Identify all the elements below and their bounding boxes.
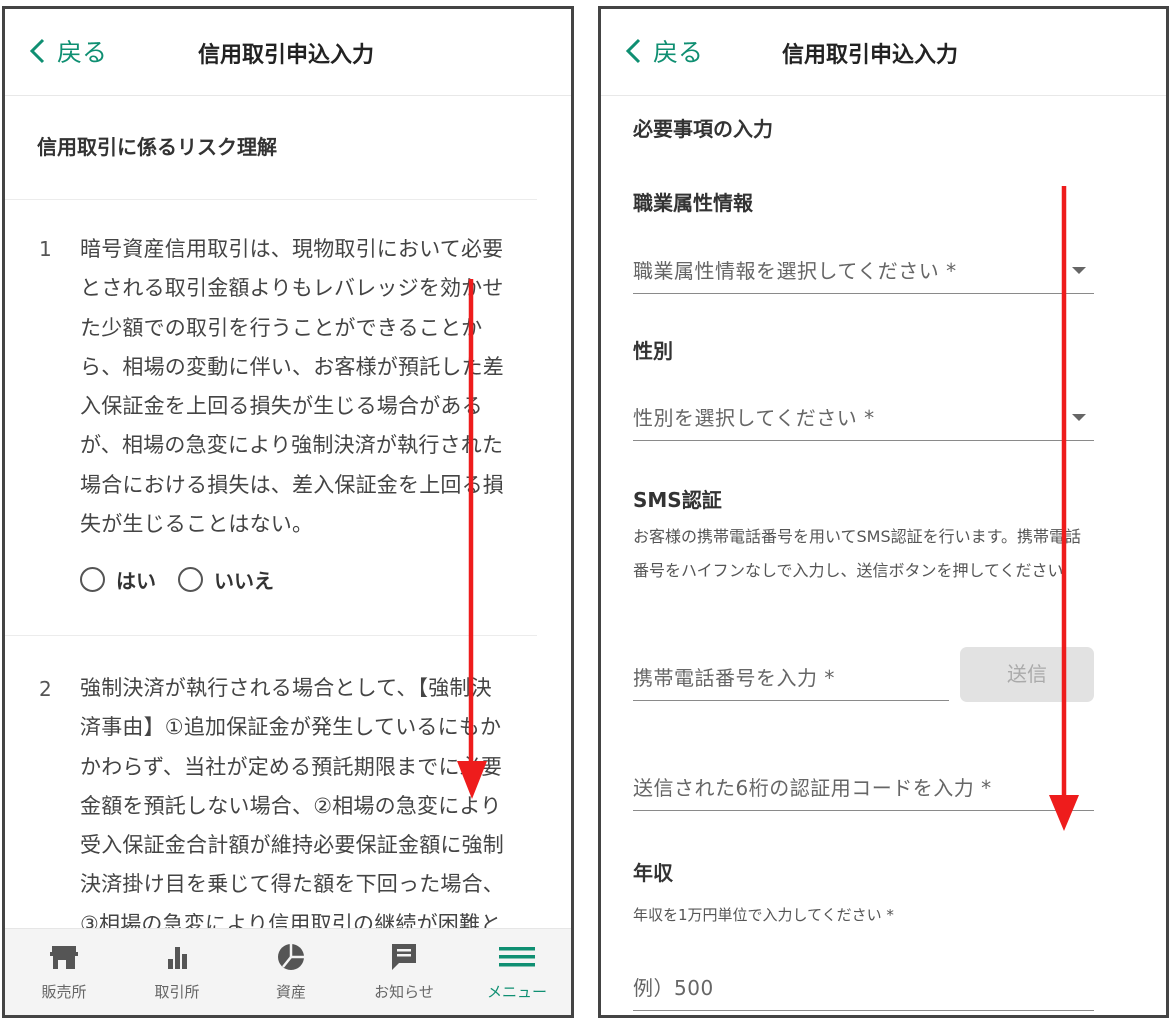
income-label: 年収 bbox=[633, 861, 673, 885]
tab-label: お知らせ bbox=[374, 983, 434, 1001]
right-screen: 戻る 信用取引申込入力 必要事項の入力 職業属性情報 職業属性情報を選択してくだ… bbox=[598, 6, 1169, 1018]
bar-chart-icon bbox=[168, 947, 187, 969]
tab-label: 取引所 bbox=[154, 983, 200, 1001]
chevron-left-icon bbox=[625, 38, 641, 64]
tab-label: メニュー bbox=[486, 983, 547, 1001]
page-title: 信用取引申込入力 bbox=[198, 43, 375, 68]
gender-label: 性別 bbox=[633, 339, 673, 363]
sms-description: お客様の携帯電話番号を用いてSMS認証を行います。携帯電話番号をハイフンなしで入… bbox=[633, 527, 1082, 580]
radio-circle-icon bbox=[178, 567, 203, 592]
tab-news[interactable]: お知らせ bbox=[349, 929, 459, 1015]
tab-label: 販売所 bbox=[41, 983, 87, 1001]
tab-exchange[interactable]: 取引所 bbox=[122, 929, 232, 1015]
radio-label: はい bbox=[116, 569, 156, 593]
input-placeholder: 携帯電話番号を入力 * bbox=[633, 666, 835, 690]
back-label: 戻る bbox=[57, 38, 108, 67]
section-title: 信用取引に係るリスク理解 bbox=[37, 135, 277, 159]
question-number: 2 bbox=[39, 677, 52, 701]
back-button[interactable]: 戻る bbox=[621, 33, 703, 69]
radio-label: いいえ bbox=[214, 569, 274, 593]
menu-icon bbox=[499, 947, 535, 967]
input-placeholder: 送信された6桁の認証用コードを入力 * bbox=[633, 776, 992, 800]
annual-income-input[interactable]: 例）500 bbox=[633, 962, 1094, 1011]
question-text: 暗号資産信用取引は、現物取引において必要 とされる取引金額よりもレバレッジを効か… bbox=[80, 237, 504, 537]
answer-options: はい いいえ bbox=[80, 565, 296, 594]
tab-assets[interactable]: 資産 bbox=[236, 929, 346, 1015]
back-label: 戻る bbox=[653, 38, 704, 67]
tab-label: 資産 bbox=[275, 983, 306, 1001]
gender-select[interactable]: 性別を選択してください * bbox=[633, 392, 1094, 441]
radio-yes[interactable]: はい bbox=[80, 565, 156, 594]
phone-number-input[interactable]: 携帯電話番号を入力 * bbox=[633, 652, 949, 701]
select-placeholder: 性別を選択してください * bbox=[633, 406, 875, 430]
bottom-tab-bar: 販売所 取引所 資産 お知らせ メニュー bbox=[5, 928, 571, 1015]
back-button[interactable]: 戻る bbox=[25, 33, 107, 69]
message-icon bbox=[392, 944, 416, 970]
store-icon bbox=[50, 946, 78, 969]
input-placeholder: 例）500 bbox=[633, 976, 714, 1000]
chevron-left-icon bbox=[29, 38, 45, 64]
select-placeholder: 職業属性情報を選択してください * bbox=[633, 259, 957, 283]
section-title: 必要事項の入力 bbox=[633, 117, 773, 141]
radio-no[interactable]: いいえ bbox=[178, 565, 274, 594]
question-number: 1 bbox=[39, 237, 52, 261]
divider bbox=[5, 199, 537, 200]
tab-store[interactable]: 販売所 bbox=[9, 929, 119, 1015]
verification-code-input[interactable]: 送信された6桁の認証用コードを入力 * bbox=[633, 762, 1094, 811]
left-screen: 戻る 信用取引申込入力 信用取引に係るリスク理解 1 暗号資産信用取引は、現物取… bbox=[2, 6, 574, 1018]
scroll-down-arrow-icon bbox=[1049, 186, 1079, 831]
income-description: 年収を1万円単位で入力してください * bbox=[633, 906, 894, 924]
occupation-label: 職業属性情報 bbox=[633, 191, 753, 215]
tab-menu[interactable]: メニュー bbox=[462, 929, 571, 1015]
radio-circle-icon bbox=[80, 567, 105, 592]
pie-chart-icon bbox=[278, 943, 304, 970]
sms-label: SMS認証 bbox=[633, 488, 722, 512]
page-title: 信用取引申込入力 bbox=[782, 43, 959, 68]
question-text: 強制決済が執行される場合として、【強制決 済事由】①追加保証金が発生しているにも… bbox=[80, 676, 504, 936]
header: 戻る 信用取引申込入力 bbox=[601, 9, 1166, 96]
occupation-select[interactable]: 職業属性情報を選択してください * bbox=[633, 245, 1094, 294]
header: 戻る 信用取引申込入力 bbox=[5, 9, 571, 96]
scroll-down-arrow-icon bbox=[457, 279, 487, 799]
